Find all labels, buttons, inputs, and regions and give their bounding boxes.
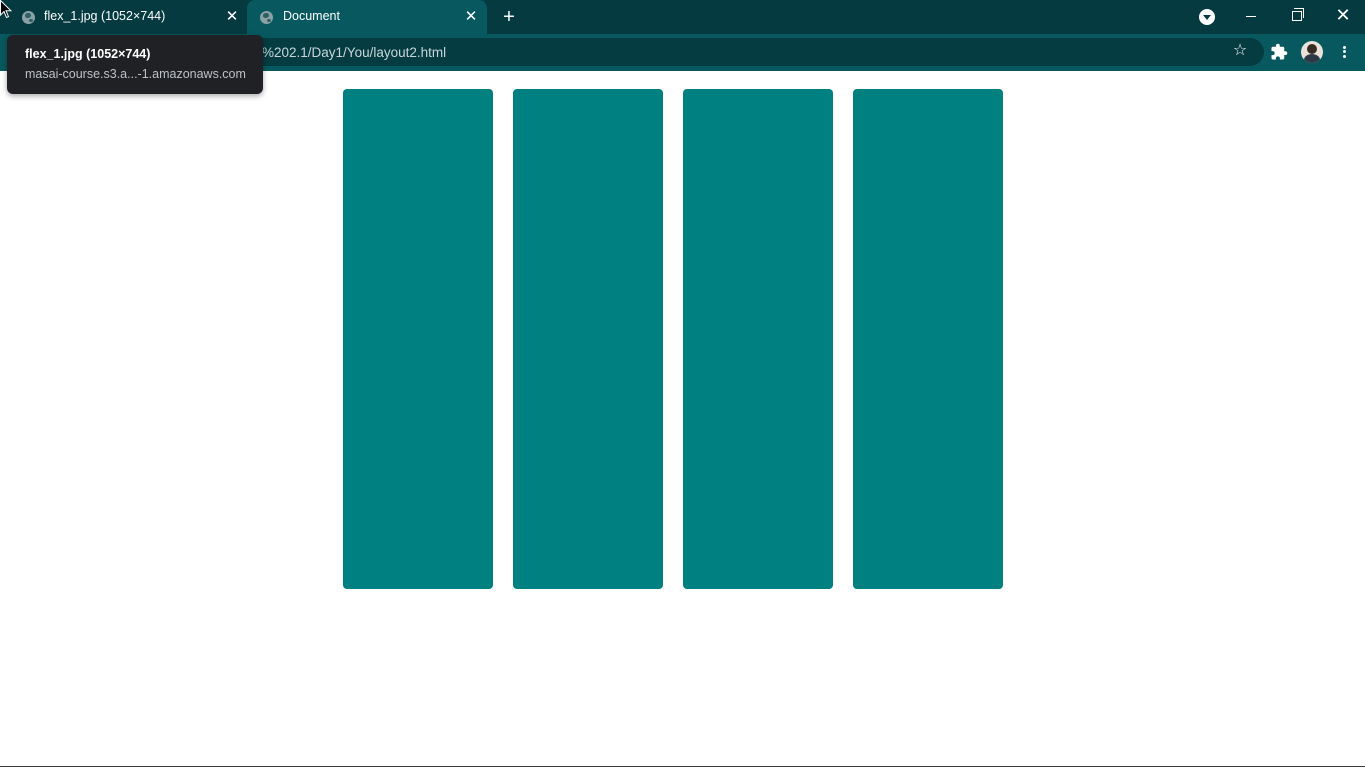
flex-box-4: [853, 89, 1003, 589]
flex-box-1: [343, 89, 493, 589]
window-close-button[interactable]: ✕: [1320, 0, 1365, 30]
tab-title: Document: [283, 9, 340, 23]
profile-avatar[interactable]: [1301, 41, 1323, 63]
address-text: %202.1/Day1/You/layout2.html: [262, 45, 447, 60]
globe-icon: [260, 11, 273, 24]
close-icon[interactable]: ✕: [223, 8, 241, 26]
tab-document[interactable]: Document ✕: [247, 0, 487, 34]
tab-strip: flex_1.jpg (1052×744) ✕ Document ✕ + ✕: [0, 0, 1365, 34]
puzzle-icon[interactable]: [1270, 43, 1288, 61]
tab-search-button[interactable]: [1199, 9, 1215, 25]
tab-flex-image[interactable]: flex_1.jpg (1052×744) ✕: [8, 0, 246, 34]
flex-container: [343, 89, 1003, 589]
restore-button[interactable]: [1274, 0, 1320, 30]
page-viewport: [0, 71, 1365, 766]
star-icon[interactable]: ☆: [1231, 42, 1249, 60]
restore-icon: [1292, 8, 1304, 22]
flex-box-2: [513, 89, 663, 589]
mouse-cursor-icon: [0, 0, 12, 19]
tooltip-title: flex_1.jpg (1052×744): [25, 47, 151, 61]
minimize-icon: [1246, 15, 1256, 17]
globe-icon: [22, 11, 35, 24]
tab-hover-tooltip: flex_1.jpg (1052×744) masai-course.s3.a.…: [7, 35, 263, 94]
browser-window: flex_1.jpg (1052×744) ✕ Document ✕ + ✕ %…: [0, 0, 1365, 767]
tooltip-url: masai-course.s3.a...-1.amazonaws.com: [25, 67, 246, 81]
kebab-menu-icon[interactable]: [1336, 42, 1352, 62]
close-icon[interactable]: ✕: [462, 8, 480, 26]
new-tab-button[interactable]: +: [498, 6, 520, 28]
minimize-button[interactable]: [1228, 0, 1274, 30]
flex-box-3: [683, 89, 833, 589]
tab-title: flex_1.jpg (1052×744): [44, 9, 166, 23]
